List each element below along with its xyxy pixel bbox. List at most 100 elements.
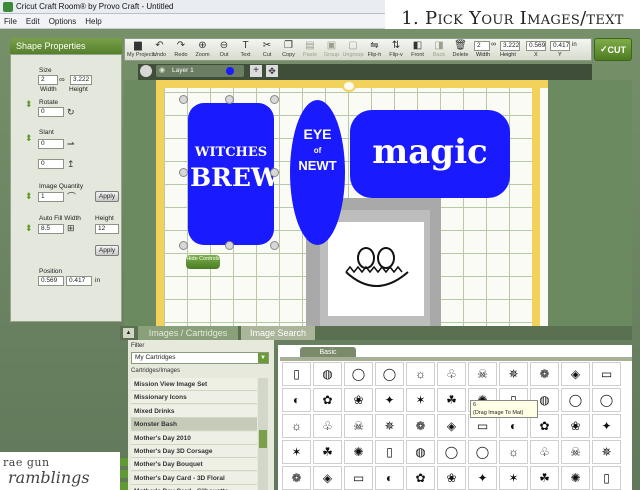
image-thumbnail-icon[interactable]: ❀ <box>561 414 590 438</box>
tool-my-projects-button[interactable]: ▆ My Projects <box>127 40 156 58</box>
eye-icon[interactable]: ◉ <box>159 66 165 74</box>
selected-image-preview[interactable] <box>328 222 424 316</box>
menu-options[interactable]: Options <box>49 17 77 26</box>
tool-paste-button[interactable]: ▤ Paste <box>299 40 321 58</box>
cut-button[interactable]: ✓ CUT <box>594 38 632 61</box>
collapse-panel-icon[interactable]: ▲ <box>123 328 134 338</box>
image-thumbnail-icon[interactable]: ✺ <box>344 440 373 464</box>
toolbar-link-icon[interactable]: ∞ <box>491 41 496 48</box>
image-thumbnail-icon[interactable]: ▭ <box>592 362 621 386</box>
tool-redo-button[interactable]: ↷ Redo <box>170 40 192 58</box>
image-thumbnail-icon[interactable]: ◍ <box>313 362 342 386</box>
tool-zoom-button[interactable]: ⊕ Zoom <box>192 40 214 58</box>
hide-controls-button[interactable]: Hide Controls <box>186 255 220 269</box>
image-thumbnail-icon[interactable]: ❁ <box>530 362 559 386</box>
cartridge-list-item[interactable]: Missionary Icons <box>131 391 257 405</box>
position-x-field[interactable]: 0.569 <box>38 276 64 286</box>
rotate-icon[interactable]: ↻ <box>67 107 75 117</box>
image-thumbnail-icon[interactable]: ✿ <box>313 388 342 412</box>
position-y-field[interactable]: 0.417 <box>66 276 92 286</box>
image-thumbnail-icon[interactable]: ◯ <box>592 388 621 412</box>
height-field[interactable]: 3.222 <box>70 75 92 85</box>
layer-selector[interactable]: ◉ Layer 1 <box>156 65 244 77</box>
image-thumbnail-icon[interactable]: ♧ <box>530 440 559 464</box>
quantity-field[interactable]: 1 <box>38 192 64 202</box>
cartridge-list-item[interactable]: Mother's Day Card - 3D Floral <box>131 471 257 485</box>
image-thumbnail-icon[interactable]: ▭ <box>344 466 373 490</box>
slant-stepper-icon[interactable]: ⬍ <box>25 133 33 143</box>
toolbar-x-field[interactable]: 0.569 <box>526 41 546 51</box>
image-thumbnail-icon[interactable]: ▯ <box>375 440 404 464</box>
image-thumbnail-icon[interactable]: ▯ <box>592 466 621 490</box>
apply-quantity-button[interactable]: Apply <box>95 191 119 202</box>
autofill-width-field[interactable]: 8.5 <box>38 224 64 234</box>
image-thumbnail-icon[interactable]: ☠ <box>468 362 497 386</box>
image-thumbnail-icon[interactable]: ☼ <box>282 414 311 438</box>
cartridge-list-item[interactable]: Monster Bash <box>131 418 257 432</box>
filter-select[interactable]: My Cartridges <box>131 352 269 364</box>
shape-properties-header[interactable]: Shape Properties <box>10 38 122 54</box>
resize-handle-left[interactable] <box>179 168 188 177</box>
tool-out-button[interactable]: ⊖ Out <box>213 40 235 58</box>
cartridge-list-item[interactable]: Mission View Image Set <box>131 378 257 391</box>
image-thumbnail-icon[interactable]: ✦ <box>592 414 621 438</box>
image-thumbnail-icon[interactable]: ✵ <box>499 362 528 386</box>
rotate-stepper-icon[interactable]: ⬍ <box>25 99 33 109</box>
image-thumbnail-icon[interactable]: ✦ <box>468 466 497 490</box>
resize-handle-bottom[interactable] <box>225 241 234 250</box>
resize-handle-right[interactable] <box>270 168 279 177</box>
rotate-handle[interactable] <box>179 95 188 104</box>
image-thumbnail-icon[interactable]: ◍ <box>406 440 435 464</box>
autofill-icon[interactable]: ⊞ <box>67 223 75 233</box>
tool-text-button[interactable]: T Text <box>235 40 257 58</box>
width-field[interactable]: 2 <box>38 75 58 85</box>
image-thumbnail-icon[interactable]: ◯ <box>468 440 497 464</box>
image-thumbnail-icon[interactable]: ☠ <box>344 414 373 438</box>
image-thumbnail-icon[interactable]: ◐ <box>282 388 311 412</box>
image-thumbnail-icon[interactable]: ◐ <box>375 466 404 490</box>
cartridge-list-item[interactable]: Mother's Day 3D Corsage <box>131 445 257 458</box>
image-thumbnail-icon[interactable]: ❁ <box>282 466 311 490</box>
tool-front-button[interactable]: ◧ Front <box>407 40 429 58</box>
image-thumbnail-icon[interactable]: ✺ <box>561 466 590 490</box>
image-thumbnail-icon[interactable]: ❀ <box>344 388 373 412</box>
image-thumbnail-icon[interactable]: ✦ <box>375 388 404 412</box>
apply-autofill-button[interactable]: Apply <box>95 245 119 256</box>
image-thumbnail-icon[interactable]: ✿ <box>406 466 435 490</box>
image-thumbnail-icon[interactable]: ♧ <box>313 414 342 438</box>
image-thumbnail-icon[interactable]: ✶ <box>499 466 528 490</box>
image-thumbnail-icon[interactable]: ◯ <box>561 388 590 412</box>
image-thumbnail-icon[interactable]: ◯ <box>375 362 404 386</box>
image-thumbnail-icon[interactable]: ◈ <box>437 414 466 438</box>
slant-h-icon[interactable]: ⇀ <box>67 139 75 149</box>
slant-x-field[interactable]: 0 <box>38 139 64 149</box>
layer-toggle-icon[interactable] <box>140 65 152 77</box>
resize-handle-bottom-left[interactable] <box>179 241 188 250</box>
image-thumbnail-icon[interactable]: ✵ <box>375 414 404 438</box>
toolbar-height-field[interactable]: 3.222 <box>500 41 520 51</box>
image-thumbnail-icon[interactable]: ✶ <box>282 440 311 464</box>
tool-cut-button[interactable]: ✂ Cut <box>256 40 278 58</box>
image-thumbnail-icon[interactable]: ☼ <box>499 440 528 464</box>
slant-y-field[interactable]: 0 <box>38 159 64 169</box>
resize-handle-top[interactable] <box>225 95 234 104</box>
menu-help[interactable]: Help <box>85 17 101 26</box>
tool-delete-button[interactable]: 🗑 Delete <box>450 40 472 58</box>
layer-color-swatch[interactable] <box>226 67 234 75</box>
toolbar-width-field[interactable]: 2 <box>474 41 490 51</box>
image-thumbnail-icon[interactable]: ☘ <box>530 466 559 490</box>
cartridge-list-item[interactable]: Mother's Day Bouquet <box>131 458 257 472</box>
menu-file[interactable]: File <box>4 17 17 26</box>
tool-copy-button[interactable]: ❐ Copy <box>278 40 300 58</box>
autofill-height-field[interactable]: 12 <box>95 224 119 234</box>
cartridge-list-item[interactable]: Mother's Day 2010 <box>131 431 257 445</box>
image-thumbnail-icon[interactable]: ▯ <box>282 362 311 386</box>
image-thumbnail-icon[interactable]: ❀ <box>437 466 466 490</box>
resize-handle-bottom-right[interactable] <box>270 241 279 250</box>
quantity-stepper-icon[interactable]: ⬍ <box>25 191 33 201</box>
cartridge-list-item[interactable]: Mother's Day Card - Silhouette <box>131 485 257 490</box>
cartridge-scroll-thumb[interactable] <box>259 430 267 448</box>
image-thumbnail-icon[interactable]: ☘ <box>313 440 342 464</box>
tool-flip-v-button[interactable]: ⇅ Flip-v <box>385 40 407 58</box>
tool-ungroup-button[interactable]: ▢ Ungroup <box>342 40 364 58</box>
